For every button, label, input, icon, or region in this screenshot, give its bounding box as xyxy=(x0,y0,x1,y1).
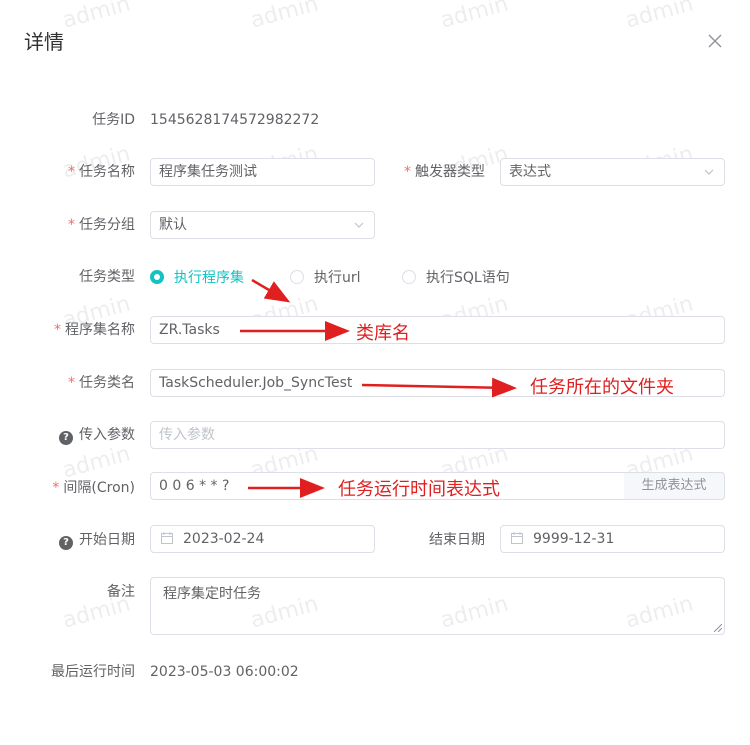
end-date-picker[interactable]: 9999-12-31 xyxy=(500,525,725,553)
radio-dot xyxy=(402,270,416,284)
params-input[interactable]: 传入参数 xyxy=(150,421,725,449)
annotation-task-folder: 任务所在的文件夹 xyxy=(530,377,674,398)
resize-handle-icon[interactable] xyxy=(714,624,722,632)
class-name-label: * 任务类名 xyxy=(68,375,135,391)
trigger-type-value: 表达式 xyxy=(509,164,551,180)
start-date-picker[interactable]: 2023-02-24 xyxy=(150,525,375,553)
task-group-select[interactable]: 默认 xyxy=(150,211,375,239)
dialog-title: 详情 xyxy=(24,30,64,54)
watermark: admin xyxy=(59,0,133,34)
task-id-label: 任务ID xyxy=(92,112,135,128)
watermark: admin xyxy=(437,0,511,34)
close-icon[interactable] xyxy=(706,32,724,50)
end-date-label: 结束日期 xyxy=(429,532,485,548)
start-date-value: 2023-02-24 xyxy=(183,531,265,547)
task-group-value: 默认 xyxy=(159,217,187,233)
chevron-down-icon xyxy=(354,222,364,228)
chevron-down-icon xyxy=(704,169,714,175)
start-date-label: ? 开始日期 xyxy=(0,530,135,550)
task-name-input[interactable]: 程序集任务测试 xyxy=(150,158,375,186)
task-name-label: * 任务名称 xyxy=(68,164,135,180)
watermark: admin xyxy=(247,0,321,34)
radio-dot xyxy=(290,270,304,284)
task-group-label: * 任务分组 xyxy=(68,217,135,233)
task-id-value: 1545628174572982272 xyxy=(150,112,320,128)
generate-expression-button[interactable]: 生成表达式 xyxy=(624,472,725,500)
annotation-cron-expression: 任务运行时间表达式 xyxy=(338,479,500,500)
radio-url[interactable]: 执行url xyxy=(290,268,361,288)
interval-label: * 间隔(Cron) xyxy=(52,480,135,496)
assembly-name-input[interactable]: ZR.Tasks xyxy=(150,316,725,344)
radio-sql[interactable]: 执行SQL语句 xyxy=(402,268,510,288)
last-run-value: 2023-05-03 06:00:02 xyxy=(150,664,299,680)
detail-dialog: admin admin admin admin admin admin admi… xyxy=(0,0,750,745)
calendar-icon xyxy=(511,532,523,544)
remark-textarea[interactable]: 程序集定时任务 xyxy=(150,577,725,635)
calendar-icon xyxy=(161,532,173,544)
question-icon[interactable]: ? xyxy=(59,536,73,550)
question-icon[interactable]: ? xyxy=(59,431,73,445)
radio-dot xyxy=(150,270,164,284)
remark-label: 备注 xyxy=(107,584,135,600)
watermark: admin xyxy=(622,0,696,34)
trigger-type-label: * 触发器类型 xyxy=(404,164,485,180)
annotation-class-library: 类库名 xyxy=(356,323,410,344)
last-run-label: 最后运行时间 xyxy=(51,664,135,680)
assembly-name-label: * 程序集名称 xyxy=(54,322,135,338)
arrow-to-task-type xyxy=(251,278,291,303)
params-label: ? 传入参数 xyxy=(0,425,135,445)
radio-assembly[interactable]: 执行程序集 xyxy=(150,268,244,288)
end-date-value: 9999-12-31 xyxy=(533,531,615,547)
remark-value: 程序集定时任务 xyxy=(163,586,261,602)
task-type-label: 任务类型 xyxy=(79,269,135,285)
trigger-type-select[interactable]: 表达式 xyxy=(500,158,725,186)
